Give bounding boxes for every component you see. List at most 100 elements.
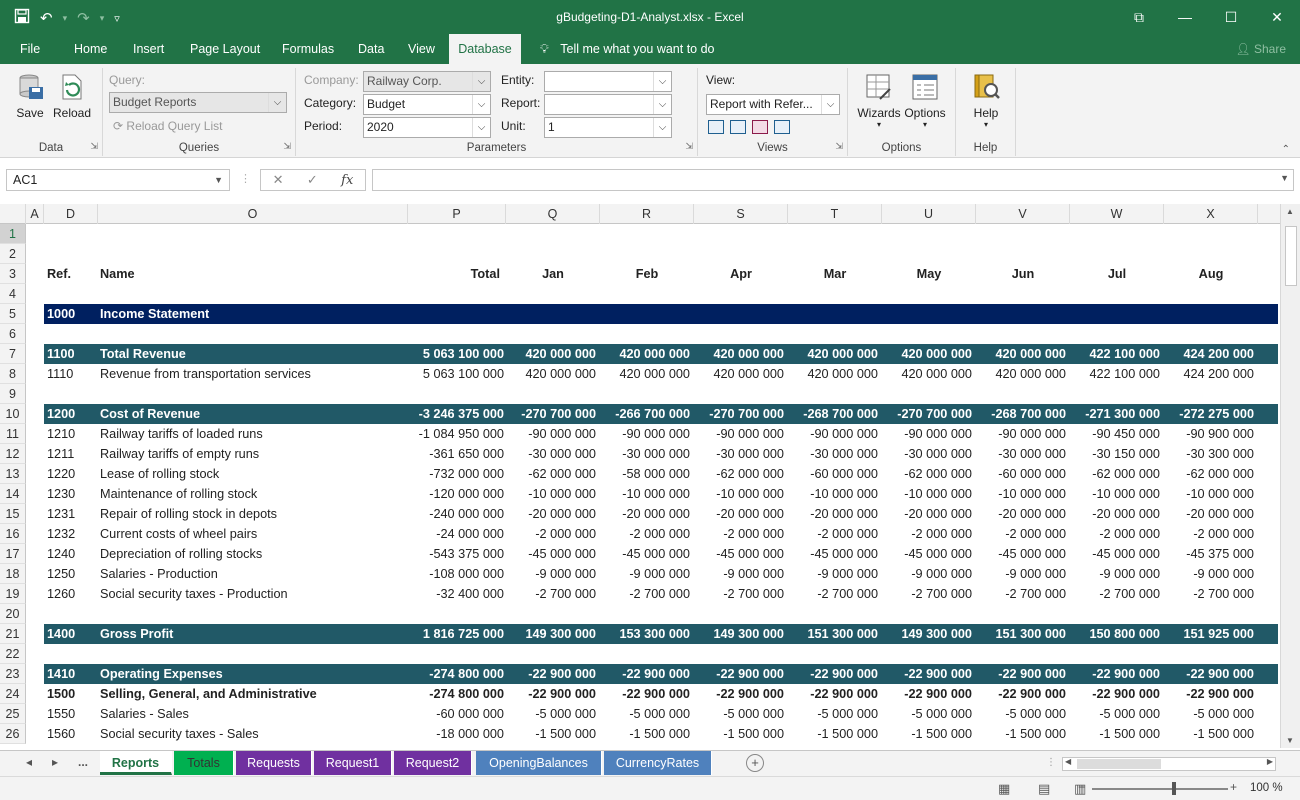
name-cell[interactable]: Railway tariffs of empty runs [100,444,404,464]
value-cell[interactable]: -5 000 000 [880,704,972,724]
row-header[interactable]: 24 [0,684,26,704]
value-cell[interactable]: 420 000 000 [786,344,878,364]
value-cell[interactable]: -270 700 000 [692,404,784,424]
value-cell[interactable]: -45 000 000 [786,544,878,564]
tab-view[interactable]: View [398,34,445,64]
value-cell[interactable]: -20 000 000 [974,504,1066,524]
row-header[interactable]: 3 [0,264,26,284]
options-button[interactable]: Options ▾ [902,70,948,129]
value-cell[interactable]: -90 000 000 [974,424,1066,444]
value-cell[interactable]: -45 000 000 [880,544,972,564]
value-cell[interactable]: -543 375 000 [408,544,504,564]
row-header[interactable]: 4 [0,284,26,304]
value-cell[interactable]: 420 000 000 [974,344,1066,364]
name-cell[interactable]: Cost of Revenue [100,404,404,424]
scroll-down-icon[interactable]: ▼ [1286,736,1294,745]
row-header[interactable]: 19 [0,584,26,604]
value-cell[interactable]: -22 900 000 [692,684,784,704]
row-header[interactable]: 15 [0,504,26,524]
reload-button[interactable]: Reload [50,70,94,120]
tell-me-box[interactable]: 💡︎ Tell me what you want to do [530,34,725,64]
value-cell[interactable]: -90 000 000 [880,424,972,444]
value-cell[interactable]: -90 450 000 [1068,424,1160,444]
value-cell[interactable]: -108 000 000 [408,564,504,584]
value-cell[interactable]: -5 000 000 [598,704,690,724]
expand-formula-bar-icon[interactable]: ▼ [1280,173,1289,183]
ref-cell[interactable]: 1210 [47,424,97,444]
value-cell[interactable]: -90 000 000 [692,424,784,444]
sheet-tab-requests[interactable]: Requests [236,751,312,775]
value-cell[interactable]: -22 900 000 [880,664,972,684]
value-cell[interactable]: -2 000 000 [598,524,690,544]
value-cell[interactable]: -45 000 000 [504,544,596,564]
value-cell[interactable]: -266 700 000 [598,404,690,424]
row-header[interactable]: 18 [0,564,26,584]
value-cell[interactable]: -30 000 000 [880,444,972,464]
ref-cell[interactable]: 1220 [47,464,97,484]
apr-header[interactable]: Apr [694,264,788,284]
value-cell[interactable]: -10 000 000 [1162,484,1254,504]
name-cell[interactable]: Lease of rolling stock [100,464,404,484]
collapse-ribbon-icon[interactable]: ⌃ [1282,144,1290,155]
value-cell[interactable]: -9 000 000 [974,564,1066,584]
value-cell[interactable]: -22 900 000 [786,664,878,684]
save-button[interactable]: Save [8,70,52,120]
value-cell[interactable]: -45 375 000 [1162,544,1254,564]
value-cell[interactable]: -271 300 000 [1068,404,1160,424]
value-cell[interactable]: -10 000 000 [880,484,972,504]
horizontal-scrollbar[interactable]: ◀ ▶ [1062,757,1276,771]
value-cell[interactable]: -272 275 000 [1162,404,1254,424]
value-cell[interactable]: 151 925 000 [1162,624,1254,644]
view-select[interactable]: Report with Refer... ⌵ [706,94,840,115]
value-cell[interactable]: -1 500 000 [692,724,784,744]
name-cell[interactable]: Salaries - Sales [100,704,404,724]
grid-view-icon[interactable] [730,120,746,134]
value-cell[interactable]: -5 000 000 [1068,704,1160,724]
sheet-tab-reports[interactable]: Reports [100,751,172,775]
value-cell[interactable]: 151 300 000 [974,624,1066,644]
ref-cell[interactable]: 1100 [47,344,97,364]
value-cell[interactable]: -2 000 000 [974,524,1066,544]
column-header-x[interactable]: X [1164,204,1258,224]
value-cell[interactable]: 149 300 000 [504,624,596,644]
tab-data[interactable]: Data [348,34,394,64]
value-cell[interactable]: -30 000 000 [692,444,784,464]
value-cell[interactable]: -62 000 000 [692,464,784,484]
name-cell[interactable]: Revenue from transportation services [100,364,404,384]
value-cell[interactable]: -90 000 000 [598,424,690,444]
sheet-tab-totals[interactable]: Totals [174,751,234,775]
normal-view-icon[interactable]: ▦ [998,781,1010,797]
query-select[interactable]: Budget Reports ⌵ [109,92,287,113]
value-cell[interactable]: -732 000 000 [408,464,504,484]
value-cell[interactable]: -22 900 000 [504,664,596,684]
value-cell[interactable]: -2 700 000 [692,584,784,604]
name-header[interactable]: Name [100,264,400,284]
value-cell[interactable]: -90 000 000 [786,424,878,444]
category-select[interactable]: Budget ⌵ [363,94,491,115]
jun-header[interactable]: Jun [976,264,1070,284]
row-header[interactable]: 22 [0,644,26,664]
name-cell[interactable]: Salaries - Production [100,564,404,584]
value-cell[interactable]: -10 000 000 [1068,484,1160,504]
zoom-slider-thumb[interactable] [1172,782,1176,795]
value-cell[interactable]: -5 000 000 [504,704,596,724]
row-header[interactable]: 5 [0,304,26,324]
value-cell[interactable]: -22 900 000 [598,684,690,704]
value-cell[interactable]: 420 000 000 [504,364,596,384]
value-cell[interactable]: -5 000 000 [786,704,878,724]
row-header[interactable]: 26 [0,724,26,744]
value-cell[interactable]: -2 000 000 [692,524,784,544]
sheet-tab-request2[interactable]: Request2 [394,751,472,775]
value-cell[interactable]: -60 000 000 [786,464,878,484]
row-header[interactable]: 1 [0,224,26,244]
period-select[interactable]: 2020 ⌵ [363,117,491,138]
value-cell[interactable]: -45 000 000 [974,544,1066,564]
column-header-d[interactable]: D [44,204,98,224]
row-header[interactable]: 21 [0,624,26,644]
row-header[interactable]: 25 [0,704,26,724]
tab-split-grip-icon[interactable]: ⋮ [1046,757,1056,768]
more-sheets-button[interactable]: ... [78,755,88,769]
value-cell[interactable]: -22 900 000 [974,684,1066,704]
close-icon[interactable]: ✕ [1254,0,1300,34]
save-view-icon[interactable] [752,120,768,134]
